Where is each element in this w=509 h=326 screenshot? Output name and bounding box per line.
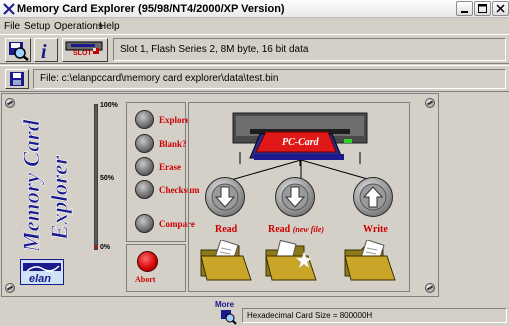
explore-label: Explore [159,115,190,125]
svg-text:i: i [41,41,47,61]
read-label: Read [215,224,238,235]
screw-icon [425,98,435,108]
app-icon [3,3,15,15]
save-button[interactable] [5,69,29,89]
screw-icon [425,283,435,293]
gauge-label-50: 50% [100,175,115,182]
floppy-disk-icon [10,72,24,86]
screw-icon [5,283,15,293]
toolbar-row-file: File: c:\elanpccard\memory card explorer… [0,65,509,92]
gauge-label-0: 0% [100,244,111,251]
toolbar-row-card: i SLOT Slot 1, Flash Series 2, 8M byte, … [0,34,509,64]
menu-file[interactable]: File [4,21,20,32]
progress-gauge-fill [95,244,97,249]
app-logo: Memory Card Explorer [19,119,73,252]
read-button[interactable] [205,177,245,217]
title-bar: Memory Card Explorer (95/98/NT4/2000/XP … [0,0,509,18]
logo-line1: Memory Card [19,119,44,252]
card-info-field: Slot 1, Flash Series 2, 8M byte, 16 bit … [113,38,506,61]
brand-logo: elan [20,259,64,285]
pc-card-label: PC-Card [282,137,319,148]
write-button[interactable] [353,177,393,217]
read-new-file-button[interactable] [275,177,315,217]
compare-button[interactable] [135,214,154,233]
menu-bar: File Setup Operations Help [0,19,509,33]
menu-help[interactable]: Help [99,21,120,32]
abort-panel [126,244,186,292]
minimize-button[interactable] [456,1,473,16]
abort-button[interactable] [137,251,158,272]
read-new-file-label-main: Read [268,224,291,235]
explore-card-button[interactable] [5,38,31,62]
blank-check-label: Blank? [159,139,187,149]
more-button[interactable] [220,309,238,325]
read-new-file-label-suffix: (new file) [292,225,325,234]
logo-line2: Explorer [47,155,72,241]
folder-icon [200,240,252,281]
write-label: Write [363,224,388,235]
close-button[interactable] [492,1,509,16]
window-title: Memory Card Explorer (95/98/NT4/2000/XP … [17,3,285,15]
screw-icon [5,98,15,108]
card-size-field: Hexadecimal Card Size = 800000H [242,308,507,323]
minimize-icon [461,11,468,13]
folder-write-icon [344,240,396,281]
more-label: More [215,300,235,309]
arrow-down-icon [281,183,309,211]
menu-setup[interactable]: Setup [24,21,50,32]
file-path-field: File: c:\elanpccard\memory card explorer… [33,69,506,89]
status-bar: More Hexadecimal Card Size = 800000H [0,299,509,326]
erase-label: Erase [159,162,181,172]
elan-logo-icon: elan [23,263,61,285]
info-button[interactable]: i [34,38,58,63]
explore-button[interactable] [135,110,154,129]
magnifier-icon [221,310,237,325]
abort-label: Abort [135,275,156,284]
gauge-label-100: 100% [100,102,118,109]
progress-gauge [94,104,98,250]
arrow-down-icon [211,183,239,211]
erase-button[interactable] [135,157,154,176]
info-icon: i [41,41,47,63]
slot-label: SLOT [73,50,92,57]
blank-check-button[interactable] [135,134,154,153]
slot-button[interactable]: SLOT [62,38,108,62]
maximize-button[interactable] [474,1,491,16]
checksum-button[interactable] [135,180,154,199]
menu-operations[interactable]: Operations [54,21,103,32]
maximize-icon [478,4,487,13]
card-search-icon [9,42,29,61]
close-icon [496,4,505,13]
read-new-file-label: Read (new file) [268,224,324,235]
arrow-up-icon [359,183,387,211]
new-folder-icon [265,240,317,281]
brand-text: elan [29,273,51,284]
